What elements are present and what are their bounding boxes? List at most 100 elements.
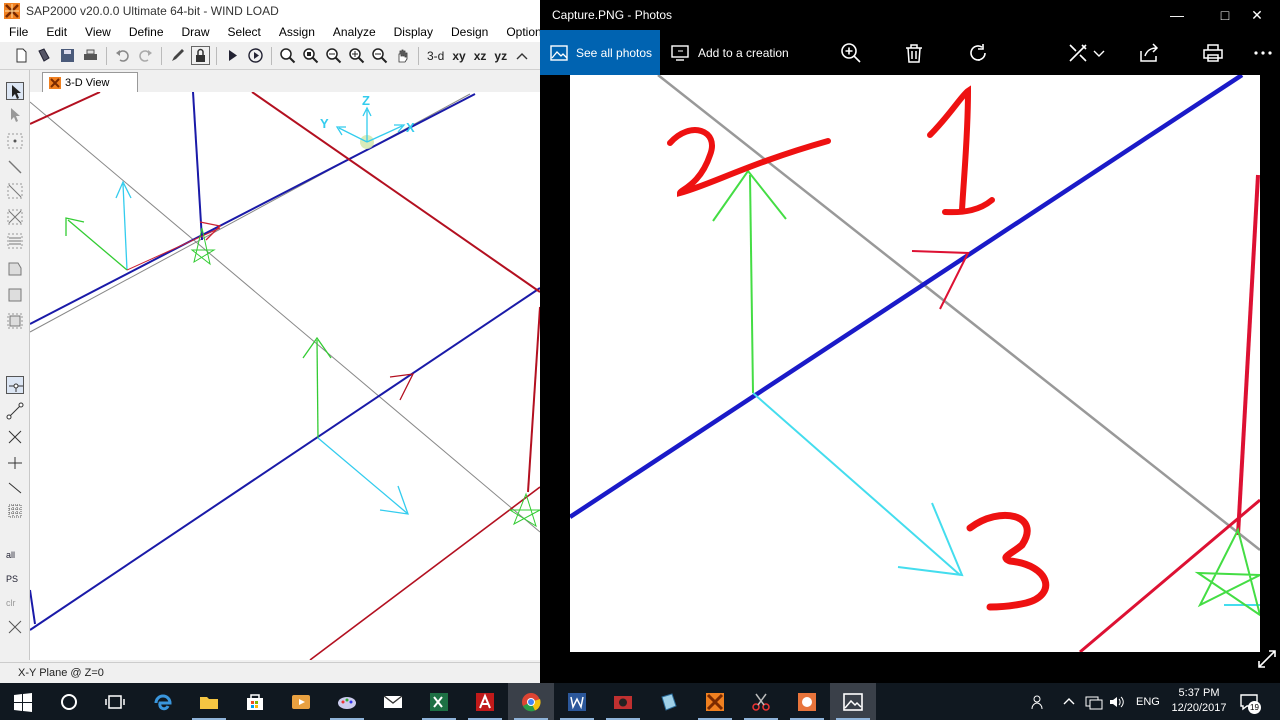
open-file-icon[interactable] xyxy=(35,46,54,65)
quick-draw-frame-icon[interactable] xyxy=(6,182,24,200)
cortana-button[interactable] xyxy=(46,683,92,720)
new-file-icon[interactable] xyxy=(12,46,31,65)
sap2000-taskbar-button[interactable] xyxy=(692,683,738,720)
pointer-icon[interactable] xyxy=(6,82,24,100)
print-icon[interactable] xyxy=(1200,40,1226,66)
photos-taskbar-button[interactable] xyxy=(830,683,876,720)
media-player-button[interactable] xyxy=(278,683,324,720)
zoom-extents-icon[interactable] xyxy=(301,46,320,65)
view-xy-button[interactable]: xy xyxy=(450,49,467,63)
share-icon[interactable] xyxy=(1136,40,1162,66)
photo-canvas[interactable]: 1 2 3 xyxy=(570,75,1260,652)
snap-lines-icon[interactable] xyxy=(6,478,24,496)
pan-hand-icon[interactable] xyxy=(393,46,412,65)
file-explorer-button[interactable] xyxy=(186,683,232,720)
video-editor-button[interactable] xyxy=(600,683,646,720)
menu-edit[interactable]: Edit xyxy=(37,25,76,39)
menu-view[interactable]: View xyxy=(76,25,120,39)
store-button[interactable] xyxy=(232,683,278,720)
people-icon[interactable] xyxy=(1030,693,1048,711)
intersecting-line-select-icon[interactable] xyxy=(6,618,24,636)
start-icon xyxy=(14,692,32,712)
draw-poly-area-icon[interactable] xyxy=(6,260,24,278)
start-button[interactable] xyxy=(0,683,46,720)
chrome-button[interactable] xyxy=(508,683,554,720)
minimize-button[interactable]: — xyxy=(1154,0,1200,30)
see-all-photos-button[interactable]: See all photos xyxy=(540,30,660,75)
task-view-button[interactable] xyxy=(92,683,138,720)
undo-icon[interactable] xyxy=(113,46,132,65)
menu-design[interactable]: Design xyxy=(442,25,497,39)
menu-options[interactable]: Options xyxy=(497,25,540,39)
etabs-button[interactable] xyxy=(784,683,830,720)
snip-icon xyxy=(752,693,770,711)
zoom-in-icon[interactable] xyxy=(347,46,366,65)
snap-intersections-icon[interactable] xyxy=(6,428,24,446)
save-icon[interactable] xyxy=(58,46,77,65)
mail-button[interactable] xyxy=(370,683,416,720)
zoom-out-icon[interactable] xyxy=(370,46,389,65)
reshape-icon[interactable] xyxy=(6,106,24,124)
volume-icon[interactable] xyxy=(1108,694,1126,710)
snap-points-icon[interactable] xyxy=(6,376,24,394)
autocad-button[interactable] xyxy=(462,683,508,720)
snap-perpendicular-icon[interactable] xyxy=(6,454,24,472)
rotate-icon[interactable] xyxy=(966,40,992,66)
structure-model-drawing: Z Y X xyxy=(30,92,540,660)
view-xz-button[interactable]: xz xyxy=(472,49,489,63)
view-nv-icon[interactable] xyxy=(513,46,532,65)
redo-icon[interactable] xyxy=(136,46,155,65)
clear-selection-label: clr xyxy=(6,598,16,608)
zoom-previous-icon[interactable] xyxy=(324,46,343,65)
menu-assign[interactable]: Assign xyxy=(270,25,324,39)
edge-button[interactable] xyxy=(140,683,186,720)
sketchup-button[interactable] xyxy=(646,683,692,720)
view-3d-button[interactable]: 3-d xyxy=(425,49,446,63)
menu-select[interactable]: Select xyxy=(219,25,270,39)
zoom-in-icon[interactable] xyxy=(838,40,864,66)
chevron-down-icon[interactable] xyxy=(1092,40,1106,66)
chevron-up-icon[interactable] xyxy=(1062,695,1076,709)
menu-define[interactable]: Define xyxy=(120,25,173,39)
print-icon[interactable] xyxy=(81,46,100,65)
menu-analyze[interactable]: Analyze xyxy=(324,25,385,39)
language-indicator[interactable]: ENG xyxy=(1136,696,1160,708)
quick-draw-brace-icon[interactable] xyxy=(6,208,24,226)
snipping-tool-button[interactable] xyxy=(738,683,784,720)
snap-grid-icon[interactable] xyxy=(6,502,24,520)
menu-display[interactable]: Display xyxy=(385,25,442,39)
sap2000-icon xyxy=(706,692,724,711)
quick-draw-secondary-icon[interactable] xyxy=(6,232,24,250)
snap-ends-icon[interactable] xyxy=(6,402,24,420)
draw-joint-icon[interactable] xyxy=(6,132,24,150)
quick-draw-area-icon[interactable] xyxy=(6,312,24,330)
view-yz-button[interactable]: yz xyxy=(492,49,509,63)
excel-button[interactable] xyxy=(416,683,462,720)
select-all-button[interactable]: all xyxy=(6,546,24,564)
clock[interactable]: 5:37 PM 12/20/2017 xyxy=(1166,686,1232,716)
word-button[interactable] xyxy=(554,683,600,720)
more-icon[interactable] xyxy=(1250,40,1276,66)
menu-draw[interactable]: Draw xyxy=(173,25,219,39)
draw-frame-icon[interactable] xyxy=(6,158,24,176)
clear-selection-button[interactable]: clr xyxy=(6,594,24,612)
menu-file[interactable]: File xyxy=(0,25,37,39)
run-step-icon[interactable] xyxy=(246,46,265,65)
paint-button[interactable] xyxy=(324,683,370,720)
pencil-icon[interactable] xyxy=(168,46,187,65)
get-previous-selection-button[interactable]: PS xyxy=(6,570,24,588)
expand-icon[interactable] xyxy=(1256,648,1278,670)
beam-blue xyxy=(30,287,540,631)
delete-icon[interactable] xyxy=(901,40,927,66)
action-center-button[interactable]: 19 xyxy=(1238,691,1261,714)
run-analysis-icon[interactable] xyxy=(223,46,242,65)
zoom-window-icon[interactable] xyxy=(278,46,297,65)
network-icon[interactable] xyxy=(1084,694,1104,710)
sap-3d-viewport[interactable]: Z Y X xyxy=(30,92,540,660)
draw-rect-area-icon[interactable] xyxy=(6,286,24,304)
tab-3d-view[interactable]: 3-D View xyxy=(42,72,138,92)
edit-create-icon[interactable] xyxy=(1065,40,1091,66)
close-button[interactable]: ✕ xyxy=(1234,0,1280,30)
add-to-creation-button[interactable]: Add to a creation xyxy=(670,30,789,75)
lock-icon[interactable] xyxy=(191,46,210,65)
